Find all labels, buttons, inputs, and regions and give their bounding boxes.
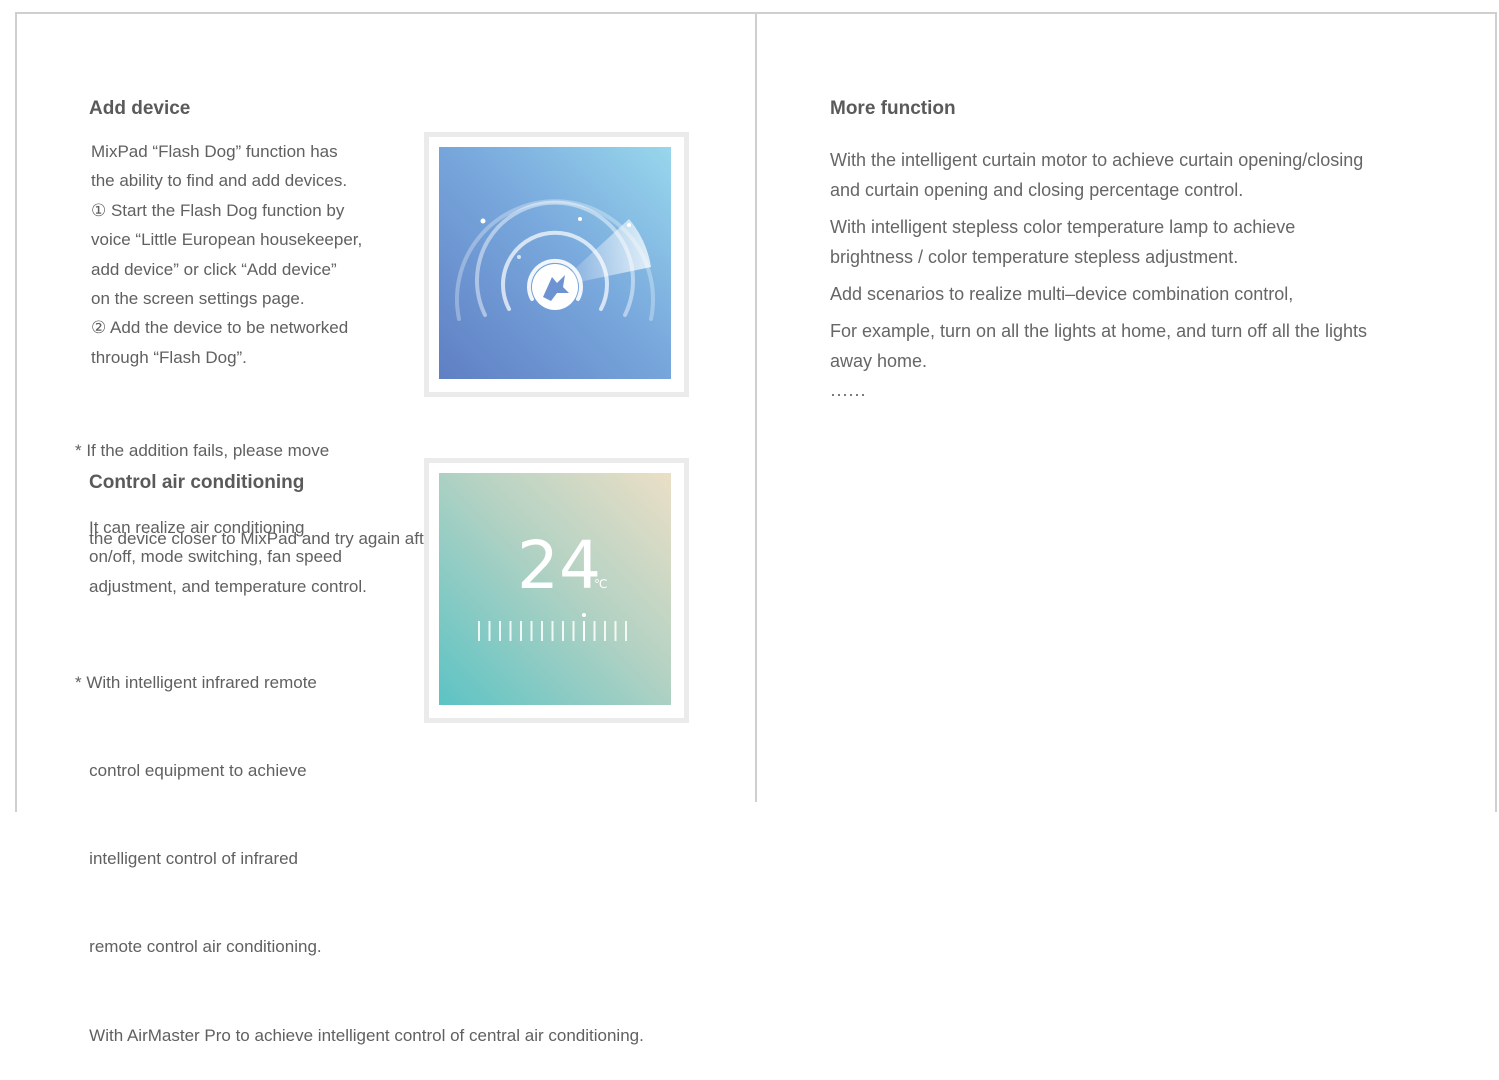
air-conditioner-screen-frame: 24 ℃ [424, 458, 689, 723]
text-line: With intelligent stepless color temperat… [830, 217, 1296, 237]
tick-scale-icon [478, 613, 627, 641]
flash-dog-screen-frame [424, 132, 689, 397]
text-line: ① Start the Flash Dog function by [91, 200, 345, 220]
column-divider [755, 12, 757, 802]
text-line: ······ [830, 384, 866, 404]
air-conditioning-description: It can realize air conditioning on/off, … [89, 513, 367, 601]
text-line: It can realize air conditioning [89, 518, 305, 537]
text-line: adjustment, and temperature control. [89, 576, 367, 596]
text-line: remote control air conditioning. [75, 937, 322, 957]
add-device-title: Add device [89, 98, 191, 119]
text-line: control equipment to achieve [75, 761, 307, 781]
more-function-ellipsis: ······ [830, 380, 866, 410]
flash-dog-screen [439, 147, 671, 379]
text-line: on the screen settings page. [91, 289, 305, 309]
text-line: With AirMaster Pro to achieve intelligen… [75, 1025, 644, 1045]
more-function-paragraph-2: With intelligent stepless color temperat… [830, 213, 1295, 272]
text-line: With the intelligent curtain motor to ac… [830, 150, 1364, 170]
text-line: intelligent control of infrared [75, 849, 299, 869]
text-line: For example, turn on all the lights at h… [830, 321, 1367, 341]
text-line: through “Flash Dog”. [91, 347, 247, 367]
add-device-description: MixPad “Flash Dog” function has the abil… [91, 137, 362, 372]
text-line: ② Add the device to be networked [91, 318, 349, 338]
more-function-paragraph-4: For example, turn on all the lights at h… [830, 317, 1367, 376]
radar-dog-icon [455, 199, 655, 321]
scale-indicator [582, 613, 586, 617]
text-line: voice “Little European housekeeper, [91, 230, 363, 250]
more-function-paragraph-3: Add scenarios to realize multi–device co… [830, 280, 1293, 310]
text-line: away home. [830, 350, 928, 371]
text-line: and curtain opening and closing percenta… [830, 179, 1244, 200]
text-line: brightness / color temperature stepless … [830, 246, 1239, 267]
text-line: on/off, mode switching, fan speed [89, 547, 342, 567]
text-line: Add scenarios to realize multi–device co… [830, 284, 1294, 304]
air-conditioner-screen: 24 ℃ [439, 473, 671, 705]
text-line: add device” or click “Add device” [91, 259, 337, 279]
air-conditioning-title: Control air conditioning [89, 472, 305, 493]
text-line: MixPad “Flash Dog” function has [91, 142, 338, 161]
more-function-title: More function [830, 98, 956, 119]
text-line: the ability to find and add devices. [91, 171, 348, 191]
more-function-paragraph-1: With the intelligent curtain motor to ac… [830, 146, 1363, 205]
